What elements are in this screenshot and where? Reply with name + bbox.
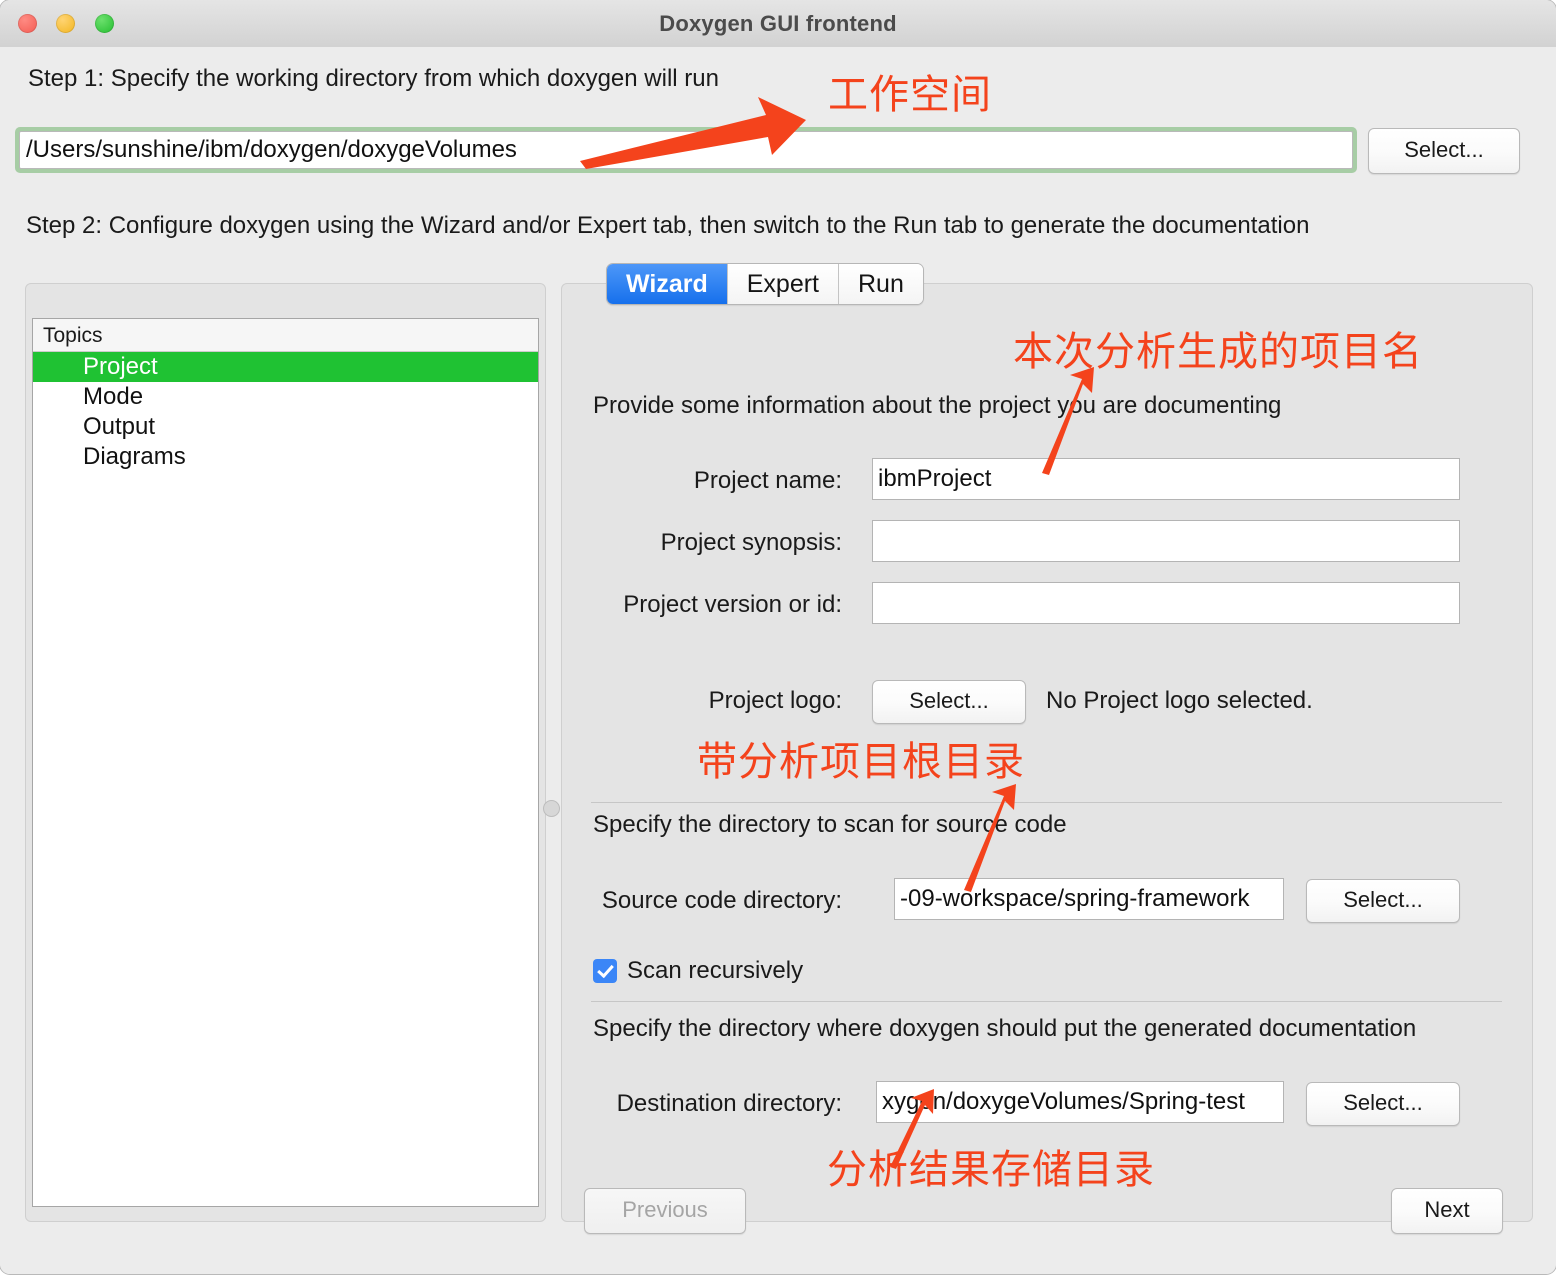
title-bar: Doxygen GUI frontend	[0, 0, 1556, 48]
project-logo-status: No Project logo selected.	[1046, 687, 1313, 714]
dest-section-label: Specify the directory where doxygen shou…	[593, 1015, 1417, 1042]
tab-wizard[interactable]: Wizard	[607, 264, 728, 304]
topics-panel: Topics Project Mode Output Diagrams	[25, 283, 546, 1222]
sidebar-item-output[interactable]: Output	[33, 412, 538, 442]
tab-run[interactable]: Run	[839, 264, 923, 304]
window-title: Doxygen GUI frontend	[659, 11, 897, 36]
tab-expert[interactable]: Expert	[727, 264, 839, 304]
window-content: Step 1: Specify the working directory fr…	[0, 47, 1556, 1274]
scan-recursively-row[interactable]: Scan recursively	[593, 957, 803, 985]
app-window: Doxygen GUI frontend Step 1: Specify the…	[0, 0, 1556, 1274]
scan-recursively-checkbox[interactable]	[593, 959, 617, 983]
step2-label: Step 2: Configure doxygen using the Wiza…	[26, 212, 1310, 239]
annotation-source-root: 带分析项目根目录	[697, 739, 1025, 785]
divider-destination	[591, 1001, 1502, 1002]
source-dir-select-button[interactable]: Select...	[1306, 879, 1460, 923]
dest-dir-label: Destination directory:	[616, 1090, 842, 1117]
wizard-intro-text: Provide some information about the proje…	[593, 392, 1282, 419]
topics-list[interactable]: Topics Project Mode Output Diagrams	[32, 318, 539, 1207]
splitter-handle[interactable]	[543, 800, 560, 817]
project-logo-label: Project logo:	[708, 687, 842, 714]
project-version-input[interactable]	[872, 582, 1460, 624]
tab-bar: Wizard Expert Run	[606, 263, 924, 305]
annotation-arrow-source-root	[964, 784, 1016, 892]
project-name-label: Project name:	[693, 467, 842, 494]
annotation-arrow-result-store	[890, 1089, 934, 1169]
scan-recursively-label: Scan recursively	[627, 957, 804, 984]
sidebar-item-mode[interactable]: Mode	[33, 382, 538, 412]
annotation-arrow-workspace	[580, 97, 806, 169]
sidebar-item-diagrams[interactable]: Diagrams	[33, 442, 538, 472]
project-synopsis-label: Project synopsis:	[660, 529, 842, 556]
project-version-label: Project version or id:	[623, 591, 842, 618]
annotation-workspace: 工作空间	[828, 72, 992, 118]
project-logo-select-button[interactable]: Select...	[872, 680, 1026, 724]
divider-source	[591, 802, 1502, 803]
source-dir-label: Source code directory:	[601, 887, 842, 914]
dest-dir-select-button[interactable]: Select...	[1306, 1082, 1460, 1126]
project-synopsis-input[interactable]	[872, 520, 1460, 562]
previous-button[interactable]: Previous	[584, 1188, 746, 1234]
sidebar-item-project[interactable]: Project	[33, 352, 538, 382]
project-name-input[interactable]	[872, 458, 1460, 500]
working-directory-select-button[interactable]: Select...	[1368, 128, 1520, 174]
next-button[interactable]: Next	[1391, 1188, 1503, 1234]
annotation-arrow-project-name	[1042, 367, 1094, 475]
topics-header: Topics	[33, 319, 538, 352]
annotation-result-store: 分析结果存储目录	[827, 1147, 1155, 1193]
